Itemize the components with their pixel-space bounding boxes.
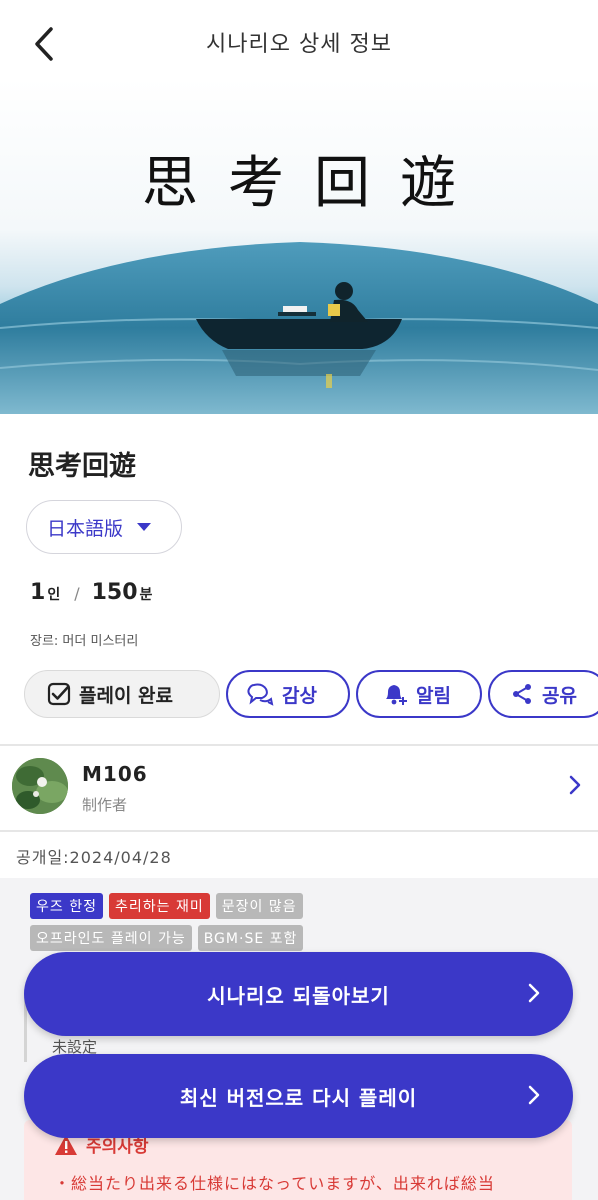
watch-label: 감상 xyxy=(282,684,317,707)
replay-latest-label: 최신 버전으로 다시 플레이 xyxy=(179,1085,418,1110)
author-name: M106 xyxy=(82,762,148,786)
watch-button[interactable]: 감상 xyxy=(226,670,350,718)
chevron-right-icon xyxy=(568,774,582,800)
author-row[interactable]: M106 制作者 xyxy=(0,746,598,830)
tag: 추리하는 재미 xyxy=(108,893,210,919)
author-role: 制作者 xyxy=(82,796,128,814)
duration-unit: 분 xyxy=(139,587,153,603)
app-header: 시나리오 상세 정보 xyxy=(0,0,598,78)
cover-title-text: 思考回遊 xyxy=(142,151,486,216)
divider xyxy=(0,830,598,832)
scenario-info-section: 思考回遊 日本語版 1 인 / 150 분 장르: 머더 미스터리 플레이 완료 xyxy=(0,414,598,744)
replay-latest-button[interactable]: 최신 버전으로 다시 플레이 xyxy=(24,1054,573,1138)
review-scenario-button[interactable]: 시나리오 되돌아보기 xyxy=(24,952,573,1036)
chevron-right-icon xyxy=(528,983,540,1003)
page-title: 시나리오 상세 정보 xyxy=(206,32,392,57)
chat-bubbles-icon xyxy=(244,681,274,707)
bell-plus-icon xyxy=(382,681,408,707)
tag: 우즈 한정 xyxy=(30,893,103,919)
release-date: 공개일:2024/04/28 xyxy=(16,848,172,867)
tag-list: 우즈 한정 추리하는 재미 문장이 많음 오프라인도 플레이 가능 BGM·SE… xyxy=(30,893,590,957)
scenario-title: 思考回遊 xyxy=(28,451,136,482)
version-select-value: 日本語版 xyxy=(47,517,124,540)
share-button[interactable]: 공유 xyxy=(488,670,598,718)
player-duration-info: 1 인 / 150 분 xyxy=(30,580,152,605)
tag: 오프라인도 플레이 가능 xyxy=(30,925,192,951)
action-buttons: 플레이 완료 감상 알림 공유 xyxy=(24,670,598,718)
duration-value: 150 xyxy=(91,580,138,605)
warning-text: ・総当たり出来る仕様にはなっていますが、出来れば総当 xyxy=(54,1174,495,1193)
genre-label: 장르: 머더 미스터리 xyxy=(30,634,139,649)
avatar xyxy=(12,758,68,814)
checkbox-check-icon xyxy=(47,682,71,706)
share-label: 공유 xyxy=(542,684,577,707)
tag: BGM·SE 포함 xyxy=(197,925,304,951)
share-icon xyxy=(510,682,534,706)
play-complete-label: 플레이 완료 xyxy=(79,684,174,707)
players-count: 1 xyxy=(30,580,46,605)
chevron-right-icon xyxy=(528,1085,540,1105)
version-select[interactable]: 日本語版 xyxy=(26,500,182,554)
notify-button[interactable]: 알림 xyxy=(356,670,482,718)
players-unit: 인 xyxy=(47,587,61,603)
play-complete-button[interactable]: 플레이 완료 xyxy=(24,670,220,718)
tag: 문장이 많음 xyxy=(215,893,303,919)
scenario-cover-image: 思考回遊 xyxy=(0,78,598,414)
meta-separator: / xyxy=(74,584,80,603)
caret-down-icon xyxy=(137,523,152,531)
review-scenario-label: 시나리오 되돌아보기 xyxy=(207,983,390,1008)
notify-label: 알림 xyxy=(416,684,451,707)
